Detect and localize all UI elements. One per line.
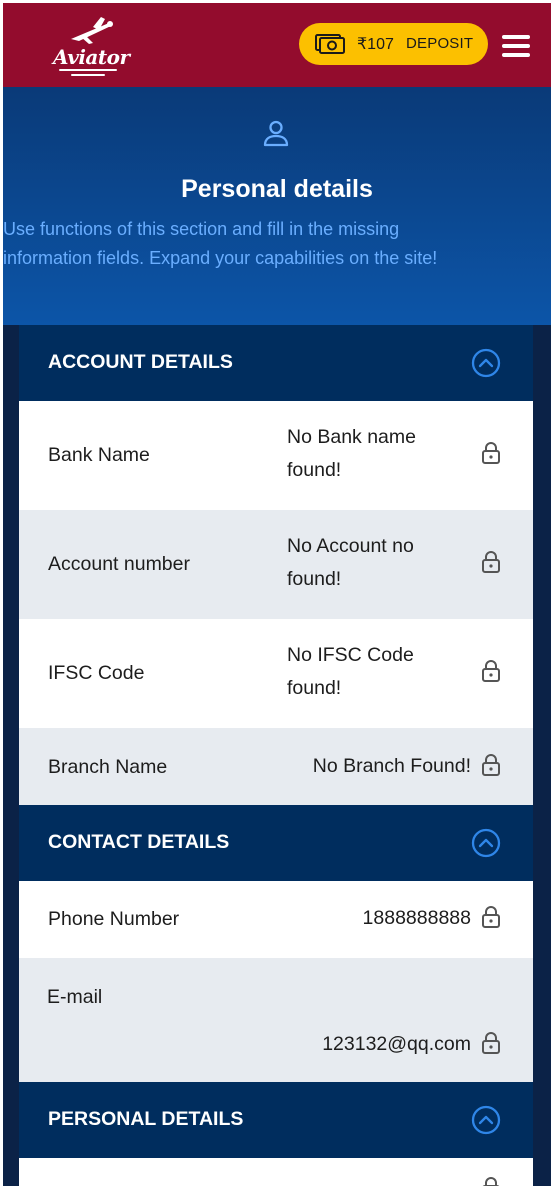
field-value: No Account no found!	[287, 530, 414, 596]
logo-text: Aviator	[53, 45, 130, 69]
field-value: No Bank name found!	[287, 421, 416, 487]
cash-icon	[315, 34, 345, 54]
field-label: Phone Number	[48, 908, 180, 930]
field-value: 123132@qq.com	[322, 1033, 471, 1055]
field-value-line: found!	[287, 459, 342, 481]
top-bar: Aviator ₹107 DEPOSIT	[3, 3, 551, 87]
lock-icon	[482, 660, 500, 682]
field-label: IFSC Code	[48, 662, 145, 684]
lock-icon	[482, 754, 500, 776]
lock-icon	[482, 551, 500, 573]
hero-section: Personal details Use functions of this s…	[3, 87, 551, 325]
account-details-header[interactable]: ACCOUNT DETAILS	[19, 325, 533, 401]
page-title: Personal details	[181, 175, 373, 203]
lock-icon	[482, 906, 500, 928]
branch-name-row: Branch Name No Branch Found!	[19, 728, 533, 805]
balance-amount: ₹107	[357, 36, 394, 53]
contact-details-header[interactable]: CONTACT DETAILS	[19, 805, 533, 881]
field-value: No Branch Found!	[312, 755, 471, 777]
lock-icon	[482, 1032, 500, 1054]
phone-number-row: Phone Number 1888888888	[19, 881, 533, 958]
account-number-row: Account number No Account no found!	[19, 510, 533, 619]
app-frame: Aviator ₹107 DEPOSIT Personal details Us…	[3, 3, 551, 1186]
field-value-line: No Bank name	[287, 426, 416, 448]
chevron-up-icon[interactable]	[471, 828, 501, 858]
field-label: Account number	[48, 553, 190, 575]
description-line: Use functions of this section and fill i…	[3, 219, 400, 239]
deposit-button[interactable]: ₹107 DEPOSIT	[299, 23, 488, 65]
bank-name-row: Bank Name No Bank name found!	[19, 401, 533, 510]
field-label: E-mail	[47, 986, 103, 1008]
field-value-line: found!	[287, 677, 342, 699]
field-value-line: No IFSC Code	[287, 644, 414, 666]
deposit-label: DEPOSIT	[406, 35, 474, 52]
email-row: E-mail 123132@qq.com	[19, 958, 533, 1082]
user-icon	[263, 120, 289, 147]
section-title: PERSONAL DETAILS	[48, 1108, 244, 1130]
chevron-up-icon[interactable]	[471, 348, 501, 378]
field-value-line: No Account no	[287, 535, 414, 557]
section-title: CONTACT DETAILS	[48, 831, 230, 853]
ifsc-code-row: IFSC Code No IFSC Code found!	[19, 619, 533, 728]
section-title: ACCOUNT DETAILS	[48, 351, 233, 373]
page-description: Use functions of this section and fill i…	[3, 215, 551, 273]
field-value: No IFSC Code found!	[287, 639, 414, 705]
lock-icon	[482, 1177, 500, 1186]
aviator-logo[interactable]: Aviator	[49, 13, 130, 77]
field-label: Bank Name	[48, 444, 150, 466]
field-value: 1888888888	[362, 907, 471, 929]
logo-underline	[71, 74, 105, 76]
logo-underline	[59, 69, 117, 71]
lock-icon	[482, 442, 500, 464]
hamburger-icon[interactable]	[502, 33, 532, 57]
personal-details-row	[19, 1158, 533, 1186]
details-panel: ACCOUNT DETAILS Bank Name No Bank name f…	[19, 325, 533, 1186]
personal-details-header[interactable]: PERSONAL DETAILS	[19, 1082, 533, 1158]
field-value-line: found!	[287, 568, 342, 590]
plane-icon	[71, 17, 113, 44]
field-label: Branch Name	[48, 756, 168, 778]
description-line: information fields. Expand your capabili…	[3, 248, 438, 268]
chevron-up-icon[interactable]	[471, 1105, 501, 1135]
